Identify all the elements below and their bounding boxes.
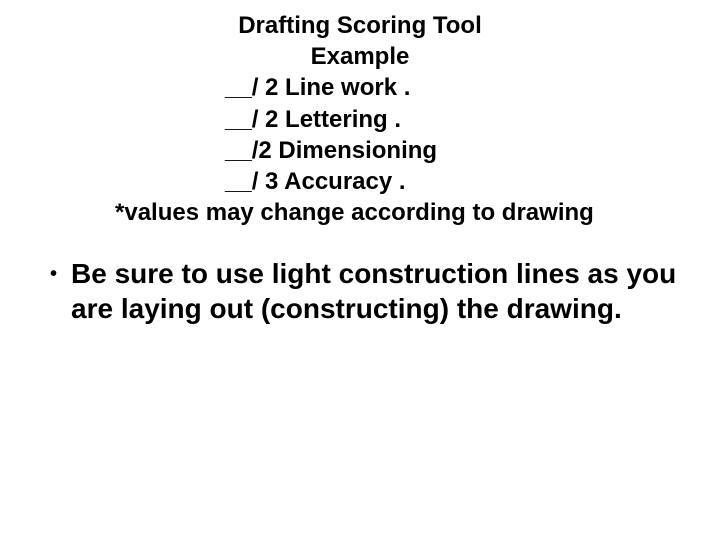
bullet-text: Be sure to use light construction lines … <box>71 256 680 326</box>
instruction-bullet: • Be sure to use light construction line… <box>40 256 680 326</box>
score-line-lettering: __/ 2 Lettering . <box>40 104 680 135</box>
score-line-accuracy: __/ 3 Accuracy . <box>40 166 680 197</box>
scoring-tool-header: Drafting Scoring Tool Example __/ 2 Line… <box>40 10 680 228</box>
title-line-2: Example <box>40 41 680 72</box>
bullet-row: • Be sure to use light construction line… <box>50 256 680 326</box>
bullet-marker-icon: • <box>50 262 57 287</box>
score-line-dimensioning: __/2 Dimensioning <box>40 135 680 166</box>
footnote: *values may change according to drawing <box>40 197 680 228</box>
score-line-linework: __/ 2 Line work . <box>40 72 680 103</box>
title-line-1: Drafting Scoring Tool <box>40 10 680 41</box>
